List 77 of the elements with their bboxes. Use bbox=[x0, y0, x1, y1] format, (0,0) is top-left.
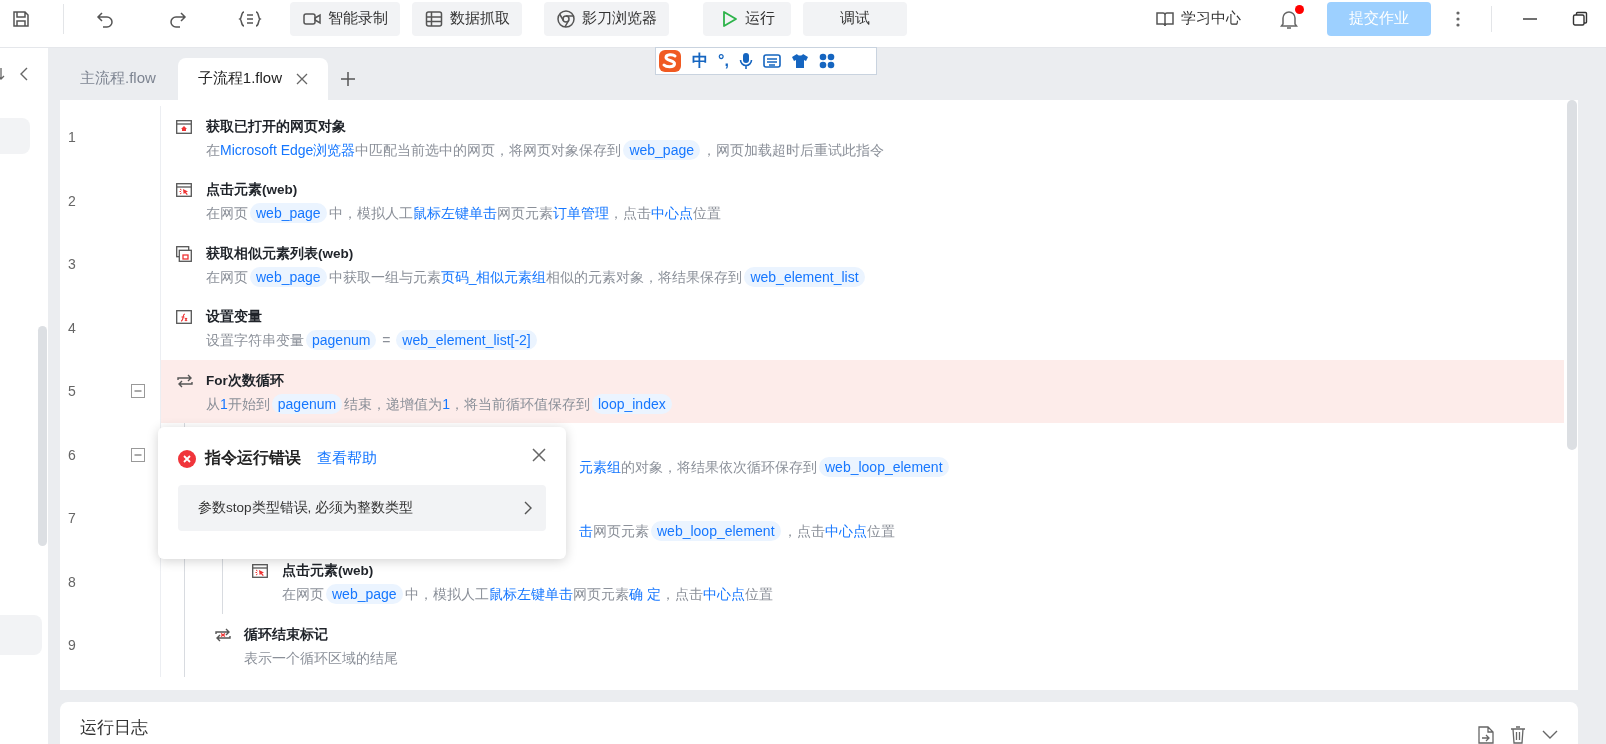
tab-label: 主流程.flow bbox=[80, 69, 156, 88]
line-number: 5 bbox=[68, 383, 76, 400]
restore-icon[interactable] bbox=[1572, 10, 1588, 27]
chevron-left-icon[interactable] bbox=[20, 67, 28, 81]
step-description: 在网页 web_page 中，模拟人工鼠标左键单击网页元素订单管理，点击中心点位置 bbox=[206, 205, 721, 223]
line-number: 8 bbox=[68, 573, 76, 590]
variables-icon[interactable] bbox=[238, 8, 262, 29]
toolbar-button[interactable]: 数据抓取 bbox=[412, 1, 522, 36]
close-icon[interactable] bbox=[532, 447, 546, 462]
microphone-icon[interactable] bbox=[738, 52, 753, 70]
step-description: 设置字符串变量 pagenum = web_element_list[-2] bbox=[206, 332, 539, 350]
ime-mode-toggle[interactable]: °, bbox=[718, 52, 729, 70]
step-title: 获取相似元素列表(web) bbox=[206, 244, 354, 263]
logo-icon[interactable] bbox=[658, 49, 682, 73]
table-icon bbox=[424, 8, 444, 29]
collapse-toggle-icon[interactable] bbox=[131, 447, 145, 462]
line-number: 7 bbox=[68, 510, 76, 527]
toolbar-button[interactable]: 智能录制 bbox=[290, 1, 400, 36]
step-row[interactable]: 2 点击元素(web) 在网页 web_page 中，模拟人工鼠标左键单击网页元素订单管理，点击中心点位置 bbox=[60, 169, 1564, 233]
step-title: For次数循环 bbox=[206, 371, 284, 390]
toolbar-button[interactable]: 影刀浏览器 bbox=[544, 1, 669, 36]
save-icon[interactable] bbox=[11, 8, 31, 29]
click-window-icon bbox=[252, 563, 268, 579]
loop-end-icon bbox=[214, 626, 232, 643]
variable-window-icon bbox=[176, 309, 192, 325]
step-title: 循环结束标记 bbox=[244, 625, 328, 644]
popup-title: 指令运行错误 bbox=[205, 448, 301, 468]
scrollbar-thumb[interactable] bbox=[38, 326, 47, 546]
export-file-icon[interactable] bbox=[1478, 726, 1494, 744]
chevron-right-icon bbox=[524, 500, 532, 515]
toolbar-button[interactable]: 调试 bbox=[803, 1, 907, 36]
scrollbar-thumb[interactable] bbox=[1567, 99, 1577, 450]
toolbar-button[interactable]: 运行 bbox=[703, 1, 791, 36]
help-link[interactable]: 查看帮助 bbox=[317, 449, 377, 468]
step-description: 在网页 web_page 中获取一组与元素页码_相似元素组相似的元素对象，将结果保存到 web_element_list bbox=[206, 268, 867, 287]
trash-icon[interactable] bbox=[1510, 726, 1526, 744]
step-title: 点击元素(web) bbox=[282, 562, 374, 580]
step-description: 表示一个循环区域的结尾 bbox=[244, 649, 398, 668]
window-stack-icon bbox=[176, 245, 192, 262]
step-row[interactable]: 4 设置变量 设置字符串变量 pagenum = web_element_list[-2] bbox=[60, 296, 1564, 360]
step-row[interactable]: 3 获取相似元素列表(web) 在网页 web_page 中获取一组与元素页码_相似元素组相似的元素对象，将结果保存到 web_element_list bbox=[60, 232, 1564, 296]
step-row[interactable]: 9 循环结束标记 表示一个循环区域的结尾 bbox=[60, 613, 1564, 677]
learning-center-button[interactable]: 学习中心 bbox=[1149, 7, 1247, 30]
browser-icon bbox=[556, 8, 576, 29]
grid-icon[interactable] bbox=[818, 53, 835, 69]
tab-label: 子流程1.flow bbox=[197, 69, 283, 88]
line-number: 3 bbox=[68, 256, 76, 273]
line-number: 6 bbox=[68, 446, 76, 463]
collapse-toggle-icon[interactable] bbox=[131, 384, 145, 399]
step-description: 击网页元素 web_loop_element ，点击中心点位置 bbox=[579, 522, 895, 541]
close-icon[interactable] bbox=[296, 72, 309, 85]
step-row[interactable]: 1 获取已打开的网页对象 在Microsoft Edge浏览器中匹配当前选中的网页，将网页对象保存到 web_page ，网页加载超时后重试此指令 bbox=[60, 105, 1564, 169]
error-message-item[interactable]: 参数stop类型错误, 必须为整数类型 bbox=[178, 484, 546, 531]
chevron-down-icon[interactable] bbox=[1542, 730, 1558, 740]
step-description: 在网页 web_page 中，模拟人工鼠标左键单击网页元素确 定，点击中心点位置 bbox=[282, 586, 773, 604]
keyboard-icon[interactable] bbox=[762, 54, 781, 68]
shirt-icon[interactable] bbox=[790, 53, 809, 69]
loop-arrows-icon bbox=[176, 372, 194, 389]
step-description: 元素组的对象，将结果依次循环保存到 web_loop_element bbox=[579, 459, 951, 477]
step-title: 点击元素(web) bbox=[206, 181, 298, 199]
step-title: 获取已打开的网页对象 bbox=[206, 117, 346, 136]
line-number: 4 bbox=[68, 319, 76, 336]
step-description: 在Microsoft Edge浏览器中匹配当前选中的网页，将网页对象保存到 web_page ，网页加载超时后重试此指令 bbox=[206, 141, 884, 160]
step-title: 设置变量 bbox=[206, 308, 262, 326]
arrow-icon[interactable] bbox=[0, 67, 6, 81]
error-icon bbox=[178, 449, 196, 468]
line-number: 9 bbox=[68, 637, 76, 654]
step-description: 从1开始到 pagenum 结束，递增值为1，将当前循环值保存到 loop_index bbox=[206, 395, 674, 414]
click-window-icon bbox=[176, 182, 192, 198]
line-number: 2 bbox=[68, 192, 76, 209]
ime-mode-toggle[interactable]: 中 bbox=[692, 50, 708, 72]
panel-title: 运行日志 bbox=[80, 717, 148, 739]
line-number: 1 bbox=[68, 129, 76, 146]
file-tab[interactable]: 子流程1.flow bbox=[177, 57, 329, 100]
add-tab-icon[interactable] bbox=[340, 70, 357, 87]
step-row[interactable]: 5 For次数循环 从1开始到 pagenum 结束，递增值为1，将当前循环值保存到 loop_index bbox=[60, 359, 1564, 423]
browser-window-icon bbox=[176, 118, 192, 135]
